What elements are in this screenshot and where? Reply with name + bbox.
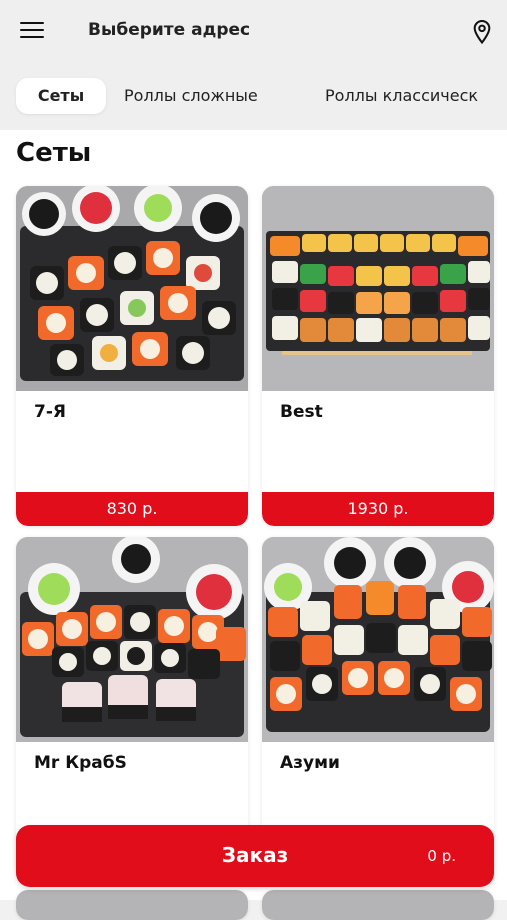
- tab-classic-rolls[interactable]: Роллы классическ: [325, 78, 478, 114]
- product-image: [16, 537, 248, 742]
- address-selector[interactable]: Выберите адрес: [88, 20, 250, 40]
- hamburger-menu-icon[interactable]: [20, 22, 44, 40]
- location-pin-icon[interactable]: [471, 19, 493, 45]
- product-list: Сеты 7-Я 830 р. Best 1930 р. Mr КрабS Аз…: [0, 130, 507, 920]
- product-name: Азуми: [280, 753, 340, 773]
- tab-sets[interactable]: Сеты: [16, 78, 106, 114]
- tab-complex-rolls[interactable]: Роллы сложные: [124, 78, 258, 114]
- product-name: Mr КрабS: [34, 753, 127, 773]
- product-image: [16, 890, 248, 920]
- order-button[interactable]: Заказ 0 р.: [16, 825, 494, 887]
- app-header: Выберите адрес: [0, 0, 507, 64]
- product-card[interactable]: Best 1930 р.: [262, 186, 494, 526]
- product-card[interactable]: [16, 890, 248, 920]
- product-image: [16, 186, 248, 391]
- product-card[interactable]: 7-Я 830 р.: [16, 186, 248, 526]
- product-image: [262, 186, 494, 391]
- order-label: Заказ: [221, 843, 289, 867]
- category-tabs: Сеты Роллы сложные Роллы классическ: [0, 64, 507, 130]
- price-button[interactable]: 830 р.: [16, 492, 248, 526]
- product-name: Best: [280, 402, 323, 422]
- product-card[interactable]: [262, 890, 494, 920]
- section-title: Сеты: [16, 138, 92, 168]
- product-image: [262, 890, 494, 920]
- product-image: [262, 537, 494, 742]
- price-button[interactable]: 1930 р.: [262, 492, 494, 526]
- order-total: 0 р.: [427, 847, 456, 865]
- product-name: 7-Я: [34, 402, 66, 422]
